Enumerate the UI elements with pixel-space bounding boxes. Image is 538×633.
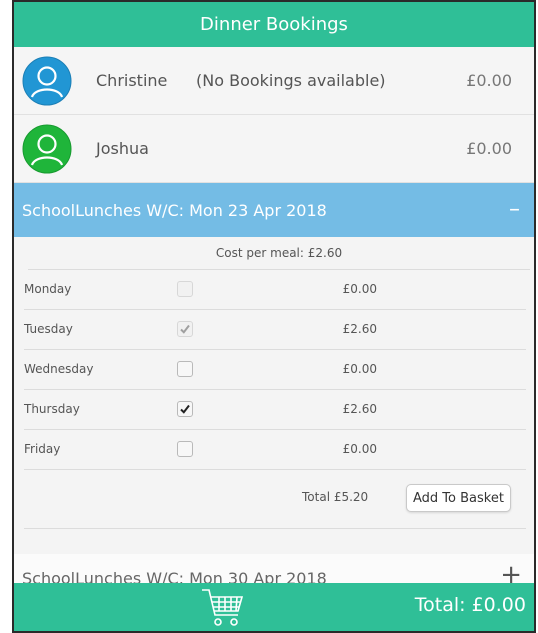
footer-bar: Total: £0.00 bbox=[14, 583, 534, 633]
child-name: Joshua bbox=[96, 139, 149, 158]
week-title: SchoolLunches W/C: Mon 23 Apr 2018 bbox=[22, 200, 327, 220]
app-frame: Dinner Bookings Christine (No Bookings a… bbox=[12, 0, 536, 633]
checkmark-icon bbox=[180, 324, 190, 334]
child-amount: £0.00 bbox=[466, 139, 512, 158]
cost-per-meal: Cost per meal: £2.60 bbox=[28, 237, 530, 270]
expand-icon[interactable]: + bbox=[500, 560, 522, 584]
day-row-tuesday: Tuesday £2.60 bbox=[24, 310, 526, 350]
child-amount: £0.00 bbox=[466, 71, 512, 90]
day-row-thursday: Thursday £2.60 bbox=[24, 390, 526, 430]
day-name: Wednesday bbox=[24, 362, 94, 376]
top-bar: Dinner Bookings bbox=[14, 0, 534, 47]
next-week-title: SchoolLunches W/C: Mon 30 Apr 2018 bbox=[22, 569, 327, 584]
day-name: Friday bbox=[24, 442, 61, 456]
day-row-monday: Monday £0.00 bbox=[24, 270, 526, 310]
spacer bbox=[24, 529, 526, 553]
child-row-christine[interactable]: Christine (No Bookings available) £0.00 bbox=[14, 47, 534, 115]
day-checkbox[interactable] bbox=[177, 321, 193, 337]
page-title: Dinner Bookings bbox=[200, 14, 348, 35]
day-checkbox[interactable] bbox=[177, 361, 193, 377]
week-total: Total £5.20 bbox=[302, 490, 369, 504]
day-checkbox[interactable] bbox=[177, 441, 193, 457]
collapse-icon[interactable]: – bbox=[509, 199, 520, 221]
avatar-icon bbox=[22, 56, 72, 106]
add-to-basket-button[interactable]: Add To Basket bbox=[406, 484, 511, 512]
week-total-row: Total £5.20 Add To Basket bbox=[24, 470, 526, 529]
day-checkbox[interactable] bbox=[177, 281, 193, 297]
week-body: Cost per meal: £2.60 Monday £0.00 Tuesda… bbox=[14, 237, 534, 553]
week-header[interactable]: SchoolLunches W/C: Mon 23 Apr 2018 – bbox=[14, 183, 534, 237]
day-name: Thursday bbox=[24, 402, 80, 416]
next-week-header[interactable]: SchoolLunches W/C: Mon 30 Apr 2018 + bbox=[14, 554, 534, 584]
day-cost: £2.60 bbox=[342, 322, 377, 336]
day-cost: £2.60 bbox=[342, 402, 377, 416]
day-cost: £0.00 bbox=[342, 362, 377, 376]
checkmark-icon bbox=[180, 404, 190, 414]
day-row-wednesday: Wednesday £0.00 bbox=[24, 350, 526, 390]
child-row-joshua[interactable]: Joshua £0.00 bbox=[14, 115, 534, 183]
child-name: Christine bbox=[96, 71, 168, 90]
day-cost: £0.00 bbox=[342, 282, 377, 296]
day-cost: £0.00 bbox=[342, 442, 377, 456]
avatar-icon bbox=[22, 124, 72, 174]
day-name: Tuesday bbox=[24, 322, 73, 336]
child-note: (No Bookings available) bbox=[196, 71, 386, 90]
shopping-cart-icon[interactable] bbox=[200, 587, 246, 633]
day-name: Monday bbox=[24, 282, 72, 296]
basket-total: Total: £0.00 bbox=[414, 594, 526, 616]
day-row-friday: Friday £0.00 bbox=[24, 430, 526, 470]
day-checkbox[interactable] bbox=[177, 401, 193, 417]
